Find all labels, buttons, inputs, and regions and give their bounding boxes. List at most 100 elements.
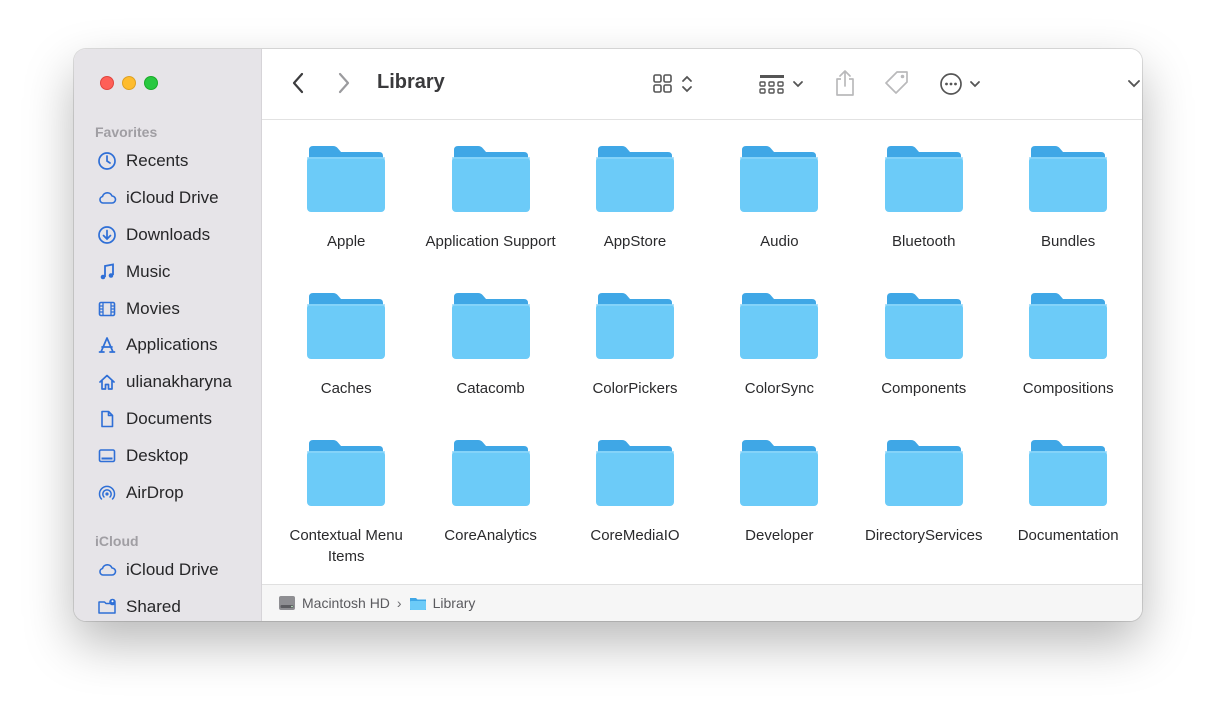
path-folder[interactable]: Library (433, 595, 476, 611)
sidebar-item-music[interactable]: Music (74, 253, 261, 290)
folder-item[interactable]: Developer (707, 438, 851, 585)
folder-item[interactable]: Catacomb (418, 291, 562, 438)
folder-icon (307, 293, 386, 359)
folder-icon (307, 146, 386, 212)
folder-item[interactable]: Compositions (996, 291, 1140, 438)
sidebar-item-label: iCloud Drive (126, 560, 219, 580)
share-button[interactable] (830, 67, 860, 99)
folder-icon (740, 293, 819, 359)
folder-item[interactable]: Bundles (996, 144, 1140, 291)
path-disk[interactable]: Macintosh HD (302, 595, 390, 611)
folder-icon (451, 146, 530, 212)
group-button[interactable] (758, 69, 808, 99)
folder-label: Bluetooth (892, 233, 956, 250)
folder-icon (595, 293, 674, 359)
tag-button[interactable] (880, 67, 914, 99)
folder-item[interactable]: Application Support (418, 144, 562, 291)
sidebar-item-recents[interactable]: Recents (74, 143, 261, 180)
clock-icon (96, 150, 118, 172)
sidebar-item-movies[interactable]: Movies (74, 290, 261, 327)
sidebar-item-airdrop[interactable]: AirDrop (74, 474, 261, 511)
favorites-list: Recents iCloud Drive Downloads Music Movies A… (74, 143, 261, 511)
folder-label: Developer (745, 527, 814, 544)
folder-item[interactable]: Caches (274, 291, 418, 438)
sidebar-item-label: Shared (126, 597, 181, 617)
folder-icon (884, 146, 963, 212)
folder-grid: Apple Application Support AppStore Audio Blu… (274, 144, 1140, 585)
sidebar-item-label: Desktop (126, 445, 189, 465)
forward-icon (338, 72, 350, 94)
icloud-section-label: iCloud (95, 533, 139, 549)
folder-icon (740, 440, 819, 506)
sidebar-item-icloud-drive[interactable]: iCloud Drive (74, 180, 261, 217)
folder-item[interactable]: Apple (274, 144, 418, 291)
folder-label: CoreAnalytics (444, 527, 537, 544)
folder-item[interactable]: AppStore (563, 144, 707, 291)
folder-item[interactable]: Documentation (996, 438, 1140, 585)
sidebar-item-label: Music (126, 261, 171, 281)
film-icon (96, 298, 118, 320)
folder-label: Apple (327, 233, 366, 250)
folder-item[interactable]: Bluetooth (852, 144, 996, 291)
folder-label: Catacomb (456, 380, 525, 397)
folder-label: Components (881, 380, 967, 397)
back-icon (292, 72, 304, 94)
sidebar-item-label: Documents (126, 408, 212, 428)
folder-icon (595, 146, 674, 212)
path-separator: › (396, 595, 402, 611)
folder-item[interactable]: ColorPickers (563, 291, 707, 438)
folder-icon (740, 146, 819, 212)
folder-label: Audio (760, 233, 799, 250)
sidebar-icloud-item-shared[interactable]: Shared (74, 589, 261, 621)
music-icon (96, 261, 118, 283)
folder-label: Compositions (1022, 380, 1114, 397)
sidebar-item-label: AirDrop (126, 482, 184, 502)
folder-item[interactable]: ColorSync (707, 291, 851, 438)
view-mode-button[interactable] (650, 69, 700, 99)
finder-window: Favorites Recents iCloud Drive Downloads Mu… (74, 49, 1142, 621)
tag-icon (885, 71, 908, 94)
folder-icon (451, 440, 530, 506)
folder-icon (307, 440, 386, 506)
folder-icon (595, 440, 674, 506)
sidebar-icloud-item-icloud-drive[interactable]: iCloud Drive (74, 552, 261, 589)
sidebar-item-desktop[interactable]: Desktop (74, 437, 261, 474)
close-button[interactable] (100, 76, 114, 90)
grid-view-icon (653, 74, 692, 93)
folder-item[interactable]: Contextual Menu Items (274, 438, 418, 585)
folder-icon (1029, 146, 1108, 212)
sidebar-item-label: iCloud Drive (126, 188, 219, 208)
sidebar-item-documents[interactable]: Documents (74, 401, 261, 438)
toolbar: Library (262, 49, 1142, 120)
cloud-icon (96, 559, 118, 581)
folder-label: Contextual Menu Items (289, 527, 403, 565)
sidebar-item-label: ulianakharyna (126, 372, 232, 392)
folder-icon (1029, 440, 1108, 506)
minimize-button[interactable] (122, 76, 136, 90)
folder-label: ColorPickers (592, 380, 678, 397)
sidebar-item-applications[interactable]: Applications (74, 327, 261, 364)
back-button[interactable] (284, 69, 312, 97)
zoom-button[interactable] (144, 76, 158, 90)
more-actions-button[interactable] (938, 69, 988, 99)
desktop-icon (96, 445, 118, 467)
shared-folder-icon (96, 596, 118, 618)
sidebar: Favorites Recents iCloud Drive Downloads Mu… (74, 49, 262, 621)
forward-button[interactable] (330, 69, 358, 97)
sidebar-item-downloads[interactable]: Downloads (74, 217, 261, 254)
folder-label: AppStore (603, 233, 667, 250)
chevron-down-icon (1128, 80, 1140, 88)
folder-item[interactable]: Audio (707, 144, 851, 291)
folder-icon (451, 293, 530, 359)
folder-icon (884, 293, 963, 359)
sidebar-item-ulianakharyna[interactable]: ulianakharyna (74, 364, 261, 401)
folder-icon (884, 440, 963, 506)
applications-icon (96, 334, 118, 356)
folder-item[interactable]: CoreMediaIO (563, 438, 707, 585)
folder-label: Documentation (1017, 527, 1119, 544)
folder-item[interactable]: DirectoryServices (852, 438, 996, 585)
folder-label: ColorSync (744, 380, 814, 397)
folder-item[interactable]: Components (852, 291, 996, 438)
folder-item[interactable]: CoreAnalytics (418, 438, 562, 585)
toolbar-overflow-button[interactable] (1124, 73, 1142, 93)
